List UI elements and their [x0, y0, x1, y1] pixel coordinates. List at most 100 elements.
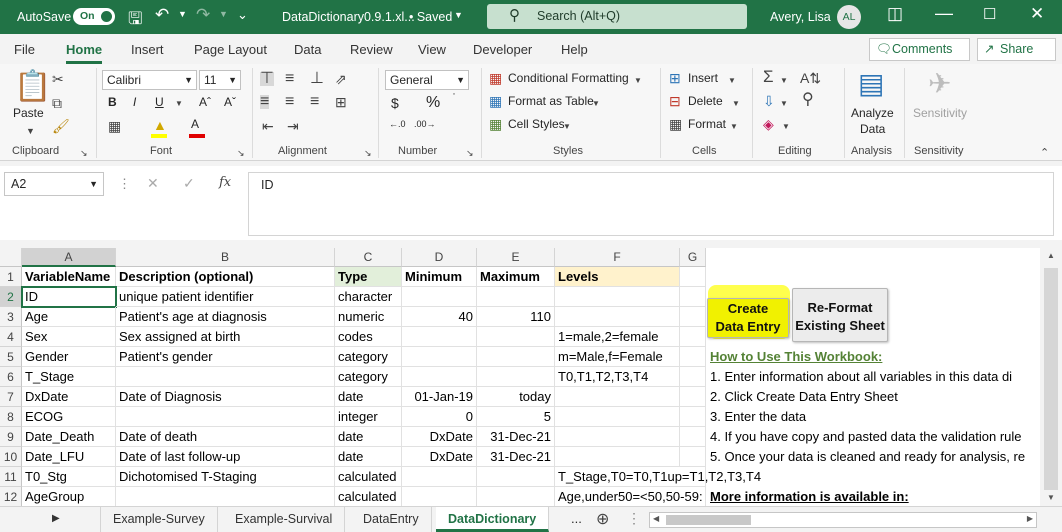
scroll-tabs-right-icon[interactable]: ▶ [52, 513, 60, 524]
cell-c10[interactable]: date [335, 447, 402, 467]
cell-b5[interactable]: Patient's gender [116, 347, 335, 367]
cell-b6[interactable] [116, 367, 335, 387]
chevron-down-icon[interactable]: ▼ [782, 120, 790, 134]
spreadsheet-grid[interactable]: ABCDEFG 1 2 3 4 5 6 7 8 9 10 11 12 VariableName Desc… [0, 248, 1040, 506]
cell-g10[interactable] [680, 447, 706, 467]
cell-a11[interactable]: T0_Stg [22, 467, 116, 487]
cell-b2[interactable]: unique patient identifier [116, 287, 335, 307]
currency-icon[interactable]: $ [391, 95, 399, 111]
row-header-1[interactable]: 1 [0, 267, 22, 287]
sheet-tab-dataentry[interactable]: DataEntry [351, 507, 432, 532]
close-icon[interactable]: ✕ [1030, 4, 1044, 24]
cell-a10[interactable]: Date_LFU [22, 447, 116, 467]
cell-c9[interactable]: date [335, 427, 402, 447]
format-button[interactable]: Format [688, 117, 726, 131]
row-header-6[interactable]: 6 [0, 367, 22, 387]
column-header-a[interactable]: A [22, 248, 116, 267]
chevron-down-icon[interactable]: ▼ [780, 74, 788, 88]
cell-a6[interactable]: T_Stage [22, 367, 116, 387]
enter-icon[interactable]: ✓ [183, 175, 195, 192]
scroll-thumb[interactable] [666, 515, 751, 525]
tab-insert[interactable]: Insert [131, 42, 164, 57]
cell-f9[interactable] [555, 427, 680, 447]
redo-icon[interactable]: ↷ [196, 5, 210, 25]
analyze-label-1[interactable]: Analyze [851, 106, 894, 120]
cell-a8[interactable]: ECOG [22, 407, 116, 427]
font-color-icon[interactable]: A [191, 117, 199, 131]
cell-a3[interactable]: Age [22, 307, 116, 327]
cell-e3[interactable]: 110 [477, 307, 555, 327]
percent-icon[interactable]: % [426, 94, 440, 112]
underline-dropdown-icon[interactable]: ▼ [175, 97, 183, 111]
chevron-down-icon[interactable]: ▼ [730, 120, 738, 134]
scroll-down-icon[interactable]: ▼ [1047, 493, 1055, 502]
horizontal-scrollbar[interactable]: ◀ ▶ [649, 512, 1037, 528]
cell-g5[interactable] [680, 347, 706, 367]
cell-f5[interactable]: m=Male,f=Female [555, 347, 680, 367]
cell-c4[interactable]: codes [335, 327, 402, 347]
format-as-table-button[interactable]: Format as Table [508, 94, 594, 108]
cell-g2[interactable] [680, 287, 706, 307]
increase-indent-icon[interactable]: ⇥ [287, 119, 299, 133]
cell-c12[interactable]: calculated [335, 487, 402, 506]
comments-button[interactable]: 🗨 Comments [869, 38, 970, 61]
row-header-9[interactable]: 9 [0, 427, 22, 447]
font-name-select[interactable]: Calibri ▼ [102, 70, 197, 90]
cell-e12[interactable] [477, 487, 555, 506]
share-button[interactable]: ↗ Share [977, 38, 1056, 61]
fill-icon[interactable]: ⇩ [763, 94, 775, 108]
redo-dropdown-icon[interactable]: ▼ [219, 9, 228, 19]
conditional-formatting-icon[interactable]: ▦ [489, 71, 502, 85]
header-cell-b[interactable]: Description (optional) [116, 267, 335, 287]
bottom-align-icon[interactable]: ⊥ [310, 71, 324, 87]
increase-decimal-icon[interactable]: ←.0 [389, 119, 406, 129]
decrease-font-icon[interactable]: Aˇ [224, 95, 236, 109]
cell-d10[interactable]: DxDate [402, 447, 477, 467]
row-header-11[interactable]: 11 [0, 467, 22, 487]
sensitivity-button-label[interactable]: Sensitivity [913, 106, 967, 120]
formula-input[interactable]: ID [248, 172, 1054, 236]
insert-function-icon[interactable]: fx [219, 175, 231, 190]
cell-f4[interactable]: 1=male,2=female [555, 327, 680, 347]
undo-icon[interactable]: ↶ [155, 5, 169, 25]
decrease-indent-icon[interactable]: ⇤ [262, 119, 274, 133]
scroll-up-icon[interactable]: ▲ [1047, 251, 1055, 260]
cell-e9[interactable]: 31-Dec-21 [477, 427, 555, 447]
cell-a9[interactable]: Date_Death [22, 427, 116, 447]
cell-g12[interactable] [680, 487, 706, 506]
font-launcher-icon[interactable]: ↘ [237, 146, 245, 160]
cell-b8[interactable] [116, 407, 335, 427]
copy-icon[interactable]: ⧉ [52, 96, 62, 110]
increase-font-icon[interactable]: Aˆ [199, 95, 211, 109]
cell-b9[interactable]: Date of death [116, 427, 335, 447]
column-header-d[interactable]: D [402, 248, 477, 267]
row-header-10[interactable]: 10 [0, 447, 22, 467]
cell-f6[interactable]: T0,T1,T2,T3,T4 [555, 367, 680, 387]
orientation-icon[interactable]: ⇗ [335, 72, 347, 86]
font-size-select[interactable]: 11 ▼ [199, 70, 241, 90]
cell-b10[interactable]: Date of last follow-up [116, 447, 335, 467]
saved-status[interactable]: • Saved [409, 10, 452, 24]
more-options-icon[interactable]: ⋮ [118, 176, 131, 192]
middle-align-icon[interactable]: ≡ [285, 71, 294, 87]
tab-help[interactable]: Help [561, 42, 588, 57]
align-center-icon[interactable]: ≡ [285, 94, 294, 110]
delete-button[interactable]: Delete [688, 94, 723, 108]
cell-b3[interactable]: Patient's age at diagnosis [116, 307, 335, 327]
format-cells-icon[interactable]: ▦ [669, 117, 682, 131]
number-launcher-icon[interactable]: ↘ [466, 146, 474, 160]
sheet-tab-example-survival[interactable]: Example-Survival [223, 507, 346, 532]
cell-a12[interactable]: AgeGroup [22, 487, 116, 506]
chevron-down-icon[interactable]: ▼ [563, 120, 571, 134]
chevron-down-icon[interactable]: ▼ [634, 74, 642, 88]
cell-f12[interactable]: Age,under50=<50,50-59: [555, 487, 703, 506]
row-header-5[interactable]: 5 [0, 347, 22, 367]
cell-f2[interactable] [555, 287, 680, 307]
cell-styles-icon[interactable]: ▦ [489, 117, 502, 131]
cell-d5[interactable] [402, 347, 477, 367]
fill-color-icon[interactable]: ▲ [153, 118, 167, 132]
cell-d6[interactable] [402, 367, 477, 387]
clear-icon[interactable]: ◈ [763, 117, 774, 131]
analyze-label-2[interactable]: Data [860, 122, 885, 136]
cell-e2[interactable] [477, 287, 555, 307]
